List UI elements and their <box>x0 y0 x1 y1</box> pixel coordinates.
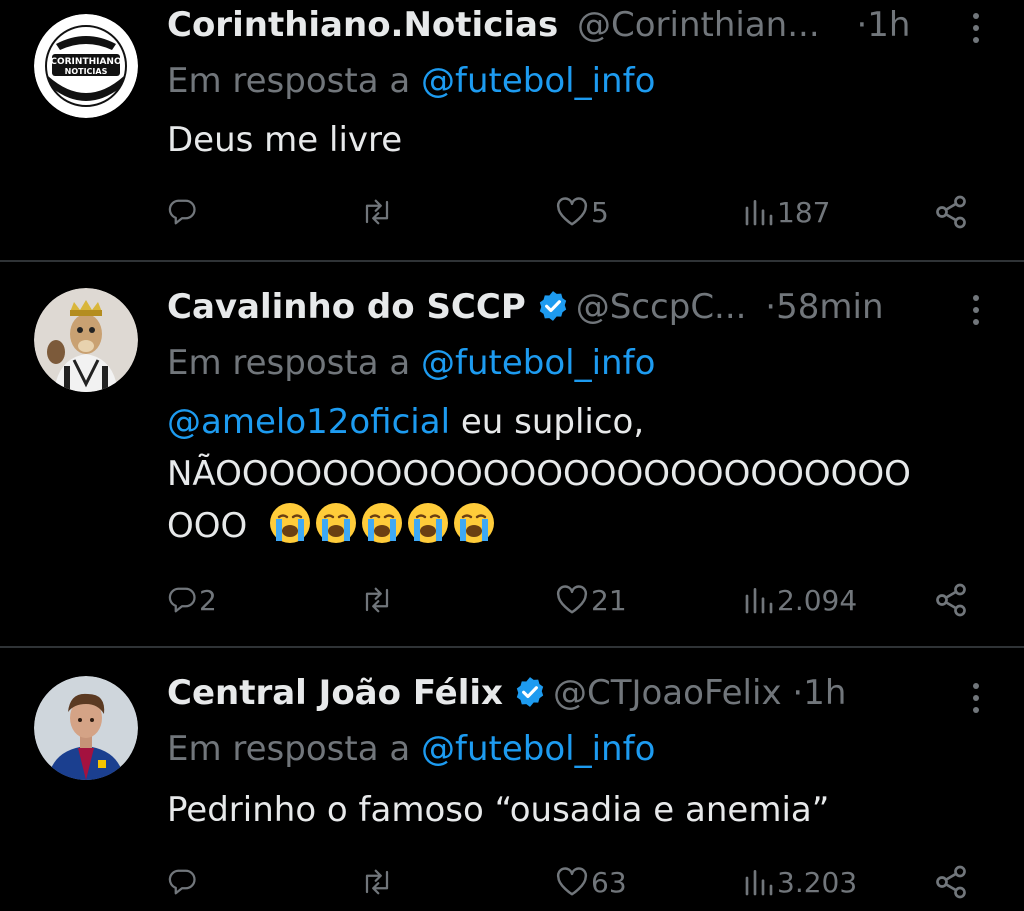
crying-face-emoji <box>270 503 311 543</box>
share-button[interactable] <box>933 192 969 232</box>
avatar[interactable] <box>34 288 138 392</box>
tweet-header: Corinthiano.Noticias @Corinthian... ·1h <box>167 0 984 50</box>
view-count: 3.203 <box>777 865 858 899</box>
tweet-text: Deus me livre <box>167 120 403 160</box>
reply-icon <box>168 869 196 895</box>
views-chart-icon <box>745 588 773 614</box>
timestamp[interactable]: 1h <box>867 5 910 45</box>
crying-face-emoji <box>362 503 403 543</box>
like-count: 63 <box>591 865 627 899</box>
views-chart-icon <box>745 200 773 226</box>
separator-dot: · <box>792 673 804 713</box>
reply-context: Em resposta a @futebol_info <box>167 56 655 106</box>
tweet-text-segment: eu suplico, <box>450 402 645 442</box>
reply-to-link[interactable]: @futebol_info <box>421 343 655 383</box>
tweet-text-line: OOO <box>167 500 997 552</box>
reply-button[interactable]: 2 <box>167 580 217 620</box>
share-icon <box>936 583 966 617</box>
tweet-text-line: @amelo12oficial eu suplico, <box>167 396 997 448</box>
repost-icon <box>365 199 389 225</box>
mention-link[interactable]: @amelo12oficial <box>167 402 450 442</box>
tweet-text-line: NÃOOOOOOOOOOOOOOOOOOOOOOOOOO <box>167 454 911 494</box>
action-bar: 2 21 2.094 <box>167 580 987 620</box>
separator-dot: · <box>856 5 868 45</box>
reply-prefix: Em resposta a <box>167 343 411 383</box>
reply-icon <box>168 587 196 613</box>
reply-to-link[interactable]: @futebol_info <box>421 61 655 101</box>
views-button[interactable]: 2.094 <box>743 580 857 620</box>
verified-badge-icon <box>539 291 566 321</box>
reply-prefix: Em resposta a <box>167 61 411 101</box>
repost-icon <box>365 587 389 613</box>
author-name[interactable]: Corinthiano.Noticias <box>167 5 558 45</box>
tweet-header: Central João Félix @CTJoaoFelix ·1h <box>167 668 984 718</box>
reply-button[interactable] <box>167 862 199 902</box>
heart-icon <box>556 585 588 614</box>
author-name[interactable]: Central João Félix <box>167 673 503 713</box>
repost-button[interactable] <box>359 862 397 902</box>
reply-button[interactable] <box>167 192 199 232</box>
tweet[interactable]: CORINTHIANO NOTICIAS Corinthiano.Noticia… <box>0 0 1024 260</box>
author-handle[interactable]: @CTJoaoFelix <box>553 673 782 713</box>
author-handle[interactable]: @Corinthian... <box>577 5 820 45</box>
heart-icon <box>556 867 588 896</box>
avatar-logo-subtext: NOTICIAS <box>65 67 108 76</box>
views-button[interactable]: 3.203 <box>743 862 857 902</box>
more-options-icon[interactable] <box>968 290 984 330</box>
reply-icon <box>168 199 196 225</box>
like-button[interactable]: 5 <box>555 192 609 232</box>
reply-context: Em resposta a @futebol_info <box>167 724 655 774</box>
repost-icon <box>365 869 389 895</box>
crying-face-emoji <box>408 503 449 543</box>
tweet-text-segment: OOO <box>167 506 248 546</box>
more-options-icon[interactable] <box>968 8 984 48</box>
avatar[interactable]: CORINTHIANO NOTICIAS <box>34 14 138 118</box>
crying-face-emoji <box>316 503 357 543</box>
author-name[interactable]: Cavalinho do SCCP <box>167 287 526 327</box>
reply-count: 2 <box>199 583 217 617</box>
heart-icon <box>556 197 588 226</box>
tweet-text: @amelo12oficial eu suplico, NÃOOOOOOOOOO… <box>167 396 997 552</box>
timestamp[interactable]: 58min <box>776 287 883 327</box>
like-count: 21 <box>591 583 627 617</box>
repost-button[interactable] <box>359 580 397 620</box>
share-button[interactable] <box>933 862 969 902</box>
reply-to-link[interactable]: @futebol_info <box>421 729 655 769</box>
separator-dot: · <box>765 287 777 327</box>
view-count: 2.094 <box>777 583 858 617</box>
crying-face-emoji <box>454 503 495 543</box>
avatar-logo-text: CORINTHIANO <box>50 57 122 67</box>
like-button[interactable]: 63 <box>555 862 627 902</box>
action-bar: 63 3.203 <box>167 862 987 902</box>
reply-context: Em resposta a @futebol_info <box>167 338 655 388</box>
views-chart-icon <box>745 870 773 896</box>
repost-button[interactable] <box>359 192 397 232</box>
share-button[interactable] <box>933 580 969 620</box>
share-icon <box>936 195 966 229</box>
like-button[interactable]: 21 <box>555 580 627 620</box>
like-count: 5 <box>591 195 609 229</box>
views-button[interactable]: 187 <box>743 192 830 232</box>
action-bar: 5 187 <box>167 192 987 232</box>
timestamp[interactable]: 1h <box>803 673 846 713</box>
author-handle[interactable]: @SccpC... <box>576 287 747 327</box>
tweet-header: Cavalinho do SCCP @SccpC... ·58min <box>167 282 984 332</box>
avatar[interactable] <box>34 676 138 780</box>
emoji-group <box>268 503 498 546</box>
reply-prefix: Em resposta a <box>167 729 411 769</box>
verified-badge-icon <box>516 677 544 707</box>
share-icon <box>936 865 966 899</box>
tweet[interactable]: Cavalinho do SCCP @SccpC... ·58min Em res… <box>0 262 1024 646</box>
more-options-icon[interactable] <box>968 678 984 718</box>
tweet-text: Pedrinho o famoso “ousadia e anemia” <box>167 790 830 830</box>
tweet[interactable]: Central João Félix @CTJoaoFelix ·1h Em re… <box>0 648 1024 911</box>
view-count: 187 <box>777 195 831 229</box>
